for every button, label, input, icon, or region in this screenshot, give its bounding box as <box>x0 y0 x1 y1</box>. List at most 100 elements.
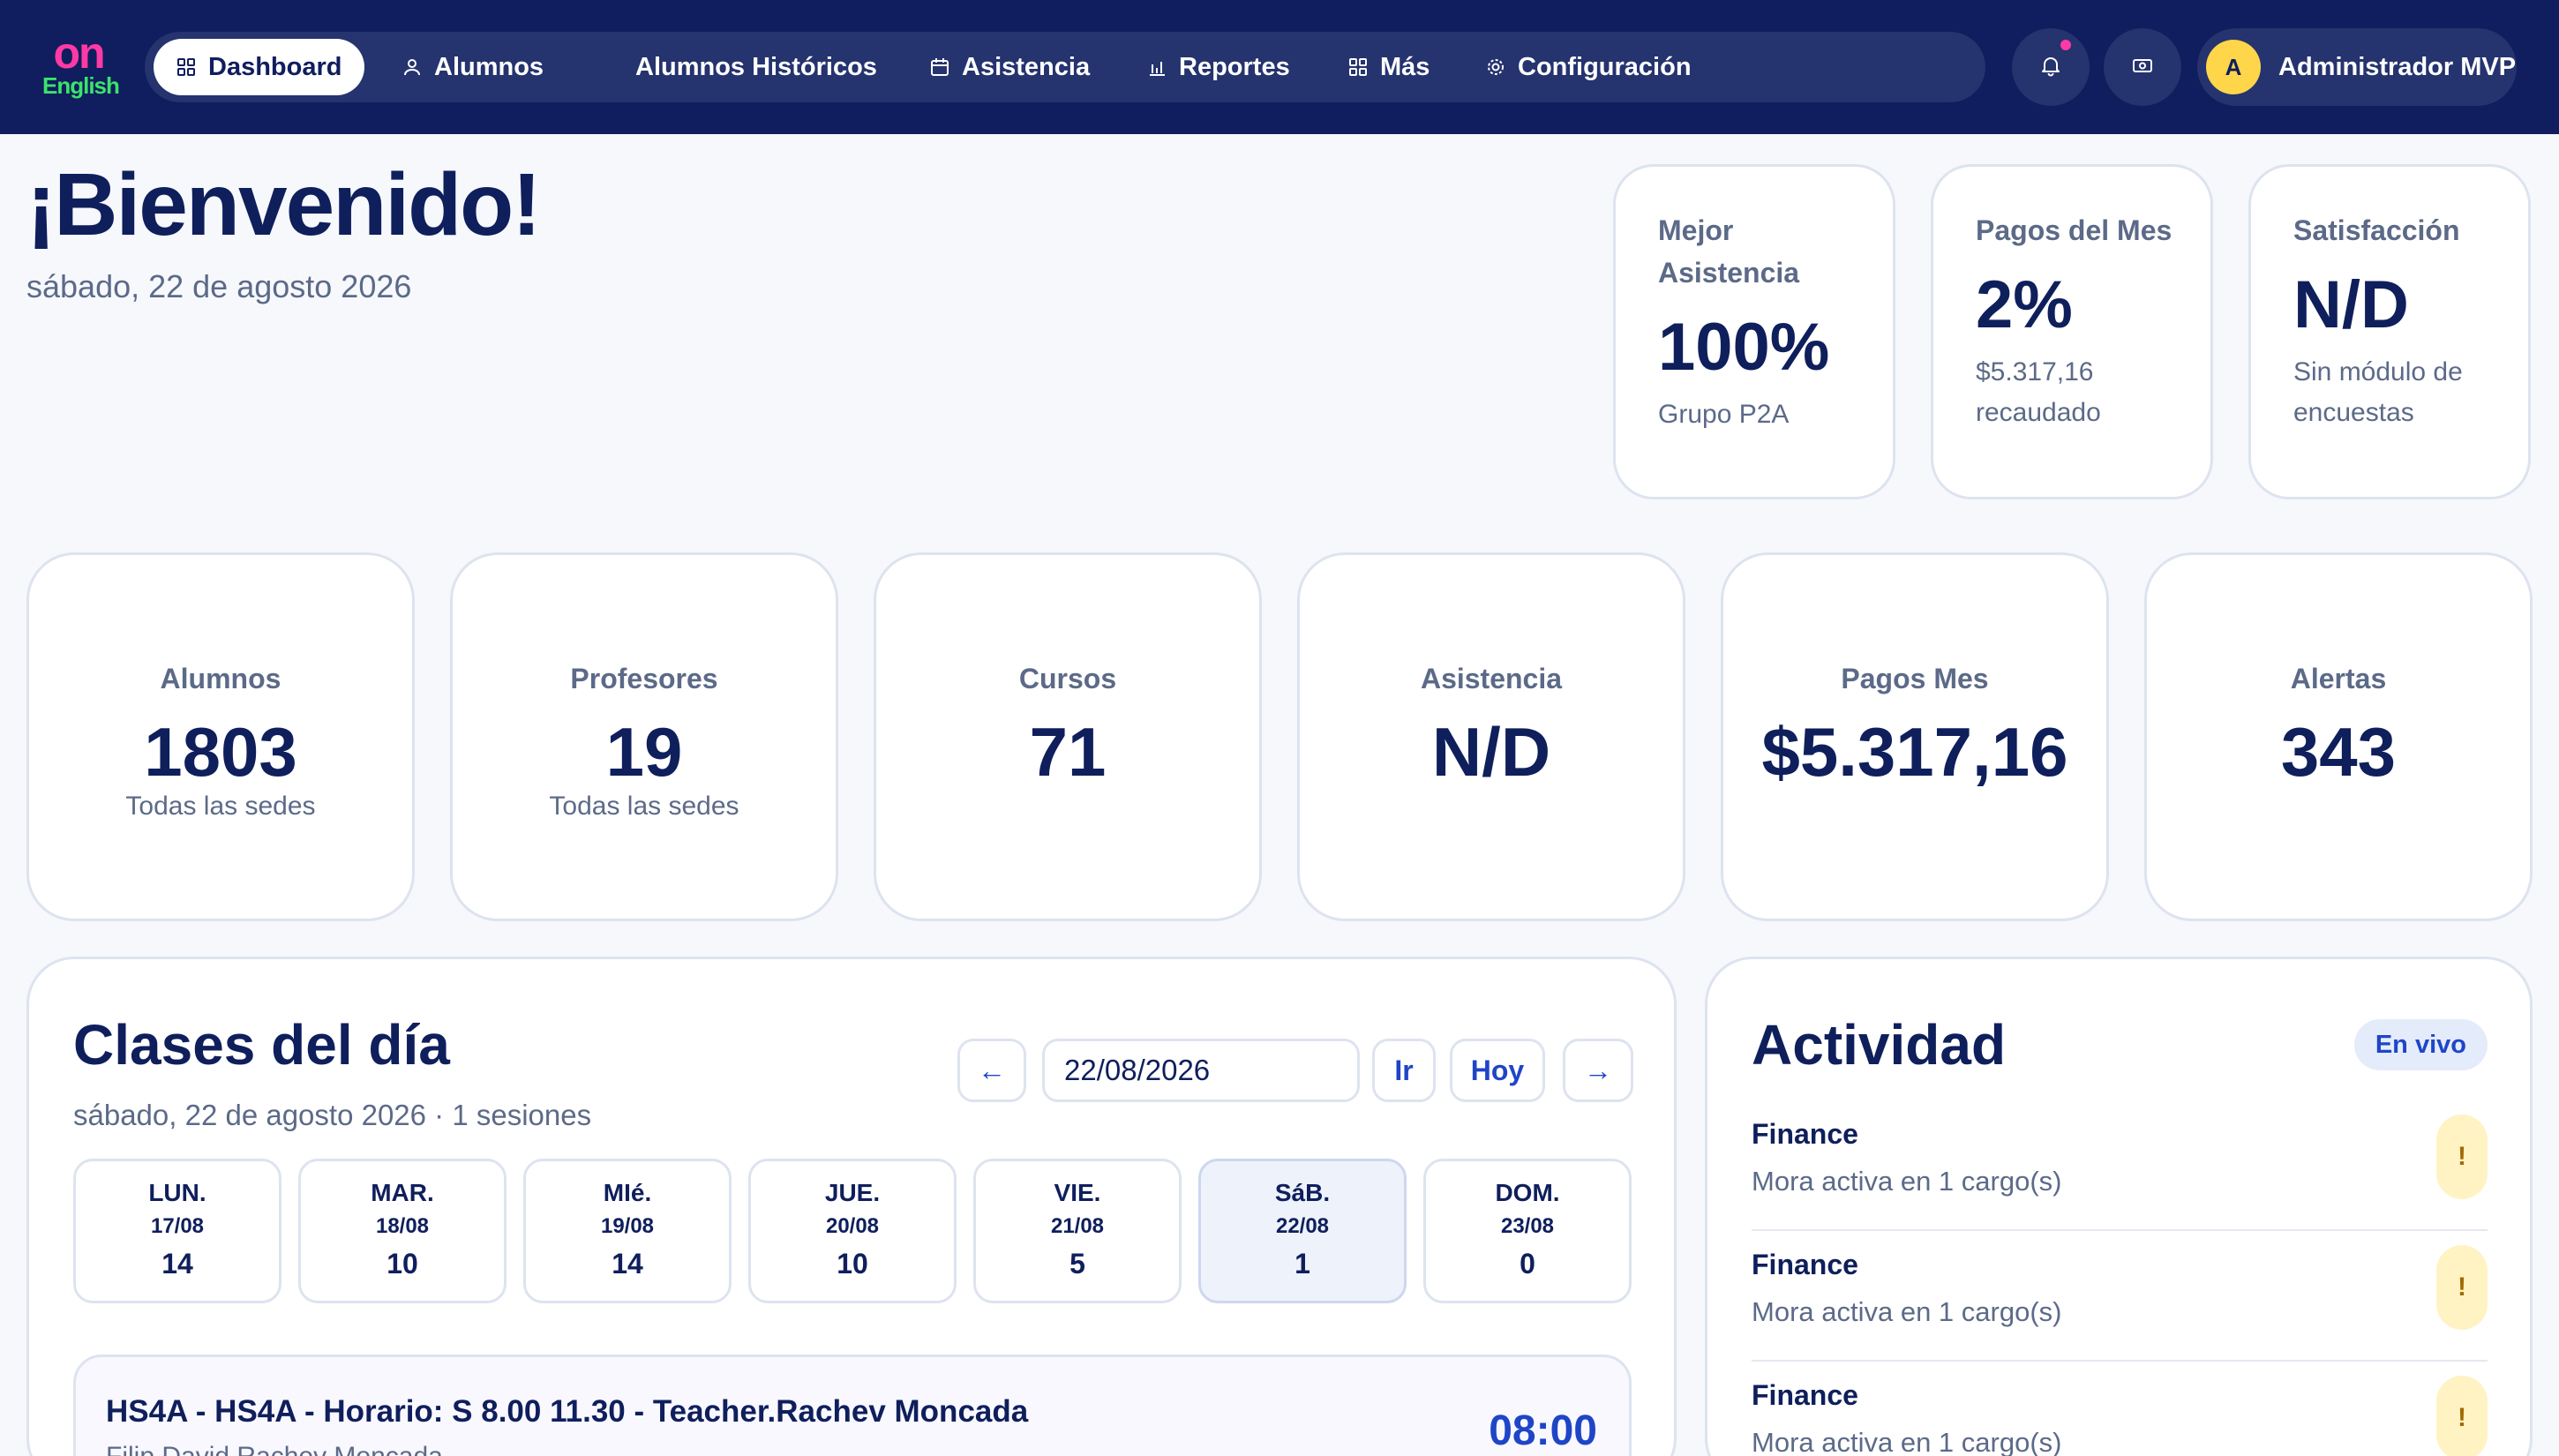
day-count: 10 <box>386 1248 418 1280</box>
card-value: N/D <box>2293 267 2409 342</box>
card-sub: Grupo P2A <box>1658 400 1790 429</box>
user-menu[interactable]: A Administrador MVP <box>2197 28 2517 106</box>
stat-card-alertas[interactable]: Alertas 343 <box>2144 552 2533 921</box>
classes-panel: Clases del día sábado, 22 de agosto 2026… <box>26 957 1677 1456</box>
classes-title: Clases del día <box>73 1013 450 1077</box>
day-count: 5 <box>1069 1248 1085 1280</box>
user-name: Administrador MVP <box>2278 52 2517 81</box>
logo-english-text: English <box>42 72 120 99</box>
classes-subtitle: sábado, 22 de agosto 2026 · 1 sesiones <box>73 1099 592 1131</box>
nav-item-label: Dashboard <box>208 52 342 81</box>
day-card-wed[interactable]: MIé. 19/08 14 <box>523 1159 732 1303</box>
day-card-tue[interactable]: MAR. 18/08 10 <box>298 1159 507 1303</box>
stat-value: 343 <box>2280 713 2397 791</box>
day-name: LUN. <box>148 1179 206 1206</box>
card-label: Pagos del Mes <box>1976 214 2173 246</box>
stat-label: Alumnos <box>160 663 281 694</box>
nav-item-dashboard[interactable]: Dashboard <box>154 39 365 95</box>
today-button[interactable]: Hoy <box>1450 1039 1545 1102</box>
go-button[interactable]: Ir <box>1372 1039 1436 1102</box>
day-card-sun[interactable]: DOM. 23/08 0 <box>1423 1159 1632 1303</box>
day-count: 14 <box>161 1248 193 1280</box>
nav-item-label: Asistencia <box>962 52 1091 81</box>
satisfaction-card: Satisfacción N/D Sin módulo de encuestas <box>2248 164 2531 499</box>
best-attendance-card: Mejor Asistencia 100% Grupo P2A <box>1613 164 1895 499</box>
stat-card-cursos[interactable]: Cursos 71 <box>874 552 1262 921</box>
nav-item-alumnos-historicos[interactable]: Alumnos Históricos <box>635 39 877 95</box>
notifications-button[interactable] <box>2012 28 2090 106</box>
activity-item[interactable]: Finance Mora activa en 1 cargo(s) ! <box>1752 1362 2488 1456</box>
stat-label: Cursos <box>1018 663 1117 694</box>
warning-icon: ! <box>2436 1376 2488 1456</box>
day-name: JUE. <box>824 1179 881 1206</box>
day-date: 20/08 <box>825 1214 880 1238</box>
payments-button[interactable] <box>2104 28 2181 106</box>
nav-item-label: Reportes <box>1179 52 1290 81</box>
warning-icon: ! <box>2436 1115 2488 1199</box>
activity-item-desc: Mora activa en 1 cargo(s) <box>1752 1427 2062 1456</box>
activity-item[interactable]: Finance Mora activa en 1 cargo(s) ! <box>1752 1100 2488 1231</box>
nav-item-alumnos[interactable]: Alumnos <box>402 39 544 95</box>
nav-item-label: Alumnos Históricos <box>635 52 877 81</box>
stat-card-alumnos[interactable]: Alumnos 1803 Todas las sedes <box>26 552 415 921</box>
stat-card-asistencia[interactable]: Asistencia N/D <box>1297 552 1685 921</box>
nav-item-mas[interactable]: Más <box>1348 39 1430 95</box>
stat-value: 1803 <box>144 713 297 791</box>
day-name: SáB. <box>1274 1179 1331 1206</box>
nav-item-asistencia[interactable]: Asistencia <box>930 39 1090 95</box>
nav-item-label: Más <box>1380 52 1430 81</box>
day-name: MIé. <box>603 1179 652 1206</box>
nav-menu: Dashboard Alumnos Alumnos Históricos Asi… <box>145 32 1985 102</box>
day-date: 21/08 <box>1050 1214 1105 1238</box>
stat-value: $5.317,16 <box>1761 713 2068 791</box>
next-day-button[interactable]: → <box>1563 1039 1633 1102</box>
day-count: 10 <box>837 1248 868 1280</box>
stat-card-profesores[interactable]: Profesores 19 Todas las sedes <box>450 552 838 921</box>
stat-card-pagos-mes[interactable]: Pagos Mes $5.317,16 <box>1721 552 2109 921</box>
bell-icon <box>2039 54 2062 81</box>
card-value: 2% <box>1976 267 2073 342</box>
day-card-mon[interactable]: LUN. 17/08 14 <box>73 1159 281 1303</box>
stat-label: Asistencia <box>1420 663 1563 694</box>
day-card-thu[interactable]: JUE. 20/08 10 <box>748 1159 957 1303</box>
arrow-right-icon: → <box>1584 1054 1612 1086</box>
session-card[interactable]: HS4A - HS4A - Horario: S 8.00 11.30 - Te… <box>73 1355 1632 1456</box>
current-date: sábado, 22 de agosto 2026 <box>26 268 412 304</box>
activity-item-desc: Mora activa en 1 cargo(s) <box>1752 1296 2062 1327</box>
grid-icon <box>1348 57 1368 77</box>
stat-sub: Todas las sedes <box>549 792 739 821</box>
card-label: Mejor Asistencia <box>1658 214 1800 289</box>
on-english-logo[interactable]: on English <box>42 30 120 101</box>
day-card-fri[interactable]: VIE. 21/08 5 <box>973 1159 1182 1303</box>
prev-day-button[interactable]: ← <box>957 1039 1026 1102</box>
card-value: 100% <box>1658 310 1830 385</box>
activity-item-title: Finance <box>1752 1379 1858 1411</box>
nav-item-label: Configuración <box>1518 52 1692 81</box>
activity-item[interactable]: Finance Mora activa en 1 cargo(s) ! <box>1752 1231 2488 1362</box>
nav-item-configuracion[interactable]: Configuración <box>1486 39 1692 95</box>
stat-label: Profesores <box>570 663 718 694</box>
card-sub: $5.317,16 recaudado <box>1976 357 2101 427</box>
day-count: 1 <box>1295 1248 1310 1280</box>
bar-chart-icon <box>1147 57 1167 77</box>
day-card-sat[interactable]: SáB. 22/08 1 <box>1198 1159 1407 1303</box>
monthly-payments-card: Pagos del Mes 2% $5.317,16 recaudado <box>1931 164 2213 499</box>
arrow-left-icon: ← <box>978 1054 1006 1086</box>
session-time: 08:00 <box>1489 1407 1597 1454</box>
date-input[interactable] <box>1042 1039 1360 1102</box>
page-title: ¡Bienvenido! <box>26 155 542 254</box>
activity-panel: Actividad En vivo Finance Mora activa en… <box>1705 957 2533 1456</box>
notification-dot <box>2058 37 2074 53</box>
stat-value: N/D <box>1431 713 1551 791</box>
session-title: HS4A - HS4A - Horario: S 8.00 11.30 - Te… <box>106 1394 1029 1429</box>
nav-item-label: Alumnos <box>434 52 544 81</box>
calendar-icon <box>930 57 949 77</box>
activity-item-title: Finance <box>1752 1118 1858 1150</box>
nav-item-reportes[interactable]: Reportes <box>1147 39 1290 95</box>
gear-icon <box>1486 57 1505 77</box>
warning-icon: ! <box>2436 1245 2488 1330</box>
card-sub: Sin módulo de encuestas <box>2293 357 2463 427</box>
day-date: 23/08 <box>1500 1214 1555 1238</box>
stat-label: Alertas <box>2290 663 2387 694</box>
day-count: 0 <box>1520 1248 1535 1280</box>
